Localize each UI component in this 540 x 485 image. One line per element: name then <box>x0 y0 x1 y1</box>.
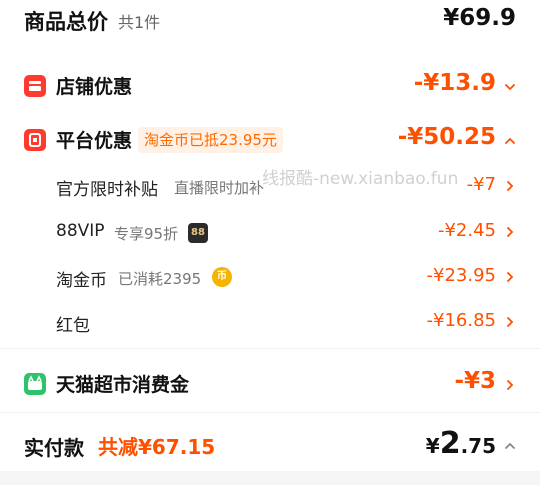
item-note: 直播限时加补 <box>174 179 265 197</box>
item-label: 官方限时补贴 <box>56 180 158 200</box>
item-label: 红包 <box>56 316 90 336</box>
chevron-right-icon[interactable] <box>504 226 516 238</box>
platform-discount-row[interactable]: 平台优惠 淘金币已抵23.95元 -¥50.25 <box>0 118 540 162</box>
tmall-icon <box>24 373 46 395</box>
list-item[interactable]: 红包 -¥16.85 <box>0 300 540 344</box>
item-price: -¥7 <box>466 174 496 195</box>
item-price: -¥2.45 <box>437 220 496 241</box>
shop-discount-title: 店铺优惠 <box>56 76 133 98</box>
shop-icon <box>24 75 46 97</box>
chevron-right-icon[interactable] <box>504 180 516 192</box>
item-label: 淘金币 <box>56 271 107 291</box>
list-item[interactable]: 官方限时补贴 直播限时加补 -¥7 <box>0 164 540 208</box>
platform-discount-price: -¥50.25 <box>397 124 496 150</box>
total-saved: 共减¥67.15 <box>98 435 216 459</box>
chevron-right-icon[interactable] <box>504 316 516 328</box>
list-item[interactable]: 88VIP 专享95折 88 -¥2.45 <box>0 210 540 254</box>
amount-int: 2 <box>439 426 461 461</box>
shop-discount-row[interactable]: 店铺优惠 -¥13.9 <box>0 64 540 108</box>
final-amount: ¥2.75 <box>426 426 496 461</box>
chevron-up-icon[interactable] <box>504 135 516 147</box>
item-price: -¥23.95 <box>426 265 496 286</box>
total-amount: ¥69.9 <box>443 5 516 31</box>
coin-deduct-tag: 淘金币已抵23.95元 <box>138 127 283 153</box>
list-item[interactable]: 淘金币 已消耗2395 币 -¥23.95 <box>0 255 540 299</box>
tmall-credit-price: -¥3 <box>454 368 496 394</box>
bottom-bar <box>0 471 540 485</box>
coin-icon: 币 <box>212 267 232 287</box>
tmall-credit-title: 天猫超市消费金 <box>56 374 190 396</box>
tmall-credit-row[interactable]: 天猫超市消费金 -¥3 <box>0 362 540 406</box>
chevron-down-icon[interactable] <box>504 81 516 93</box>
divider <box>0 412 540 413</box>
item-note: 已消耗2395 <box>118 270 202 288</box>
pay-title: 实付款 <box>24 436 84 460</box>
divider <box>0 348 540 349</box>
item-count: 共1件 <box>118 13 161 32</box>
item-price: -¥16.85 <box>426 310 496 331</box>
chevron-right-icon[interactable] <box>504 271 516 283</box>
shop-discount-price: -¥13.9 <box>413 70 496 96</box>
item-label: 88VIP <box>56 221 105 241</box>
item-note: 专享95折 <box>114 225 179 243</box>
currency-symbol: ¥ <box>425 434 440 458</box>
total-title: 商品总价 <box>24 10 108 34</box>
platform-icon <box>24 129 46 151</box>
amount-dec: .75 <box>460 434 496 458</box>
chevron-right-icon[interactable] <box>504 379 516 391</box>
platform-discount-title: 平台优惠 <box>56 130 133 152</box>
vip-88-icon: 88 <box>188 223 208 243</box>
chevron-up-icon[interactable] <box>504 440 516 452</box>
pay-row[interactable]: 实付款 共减¥67.15 ¥2.75 <box>0 420 540 472</box>
total-row: 商品总价 共1件 ¥69.9 <box>0 0 540 44</box>
